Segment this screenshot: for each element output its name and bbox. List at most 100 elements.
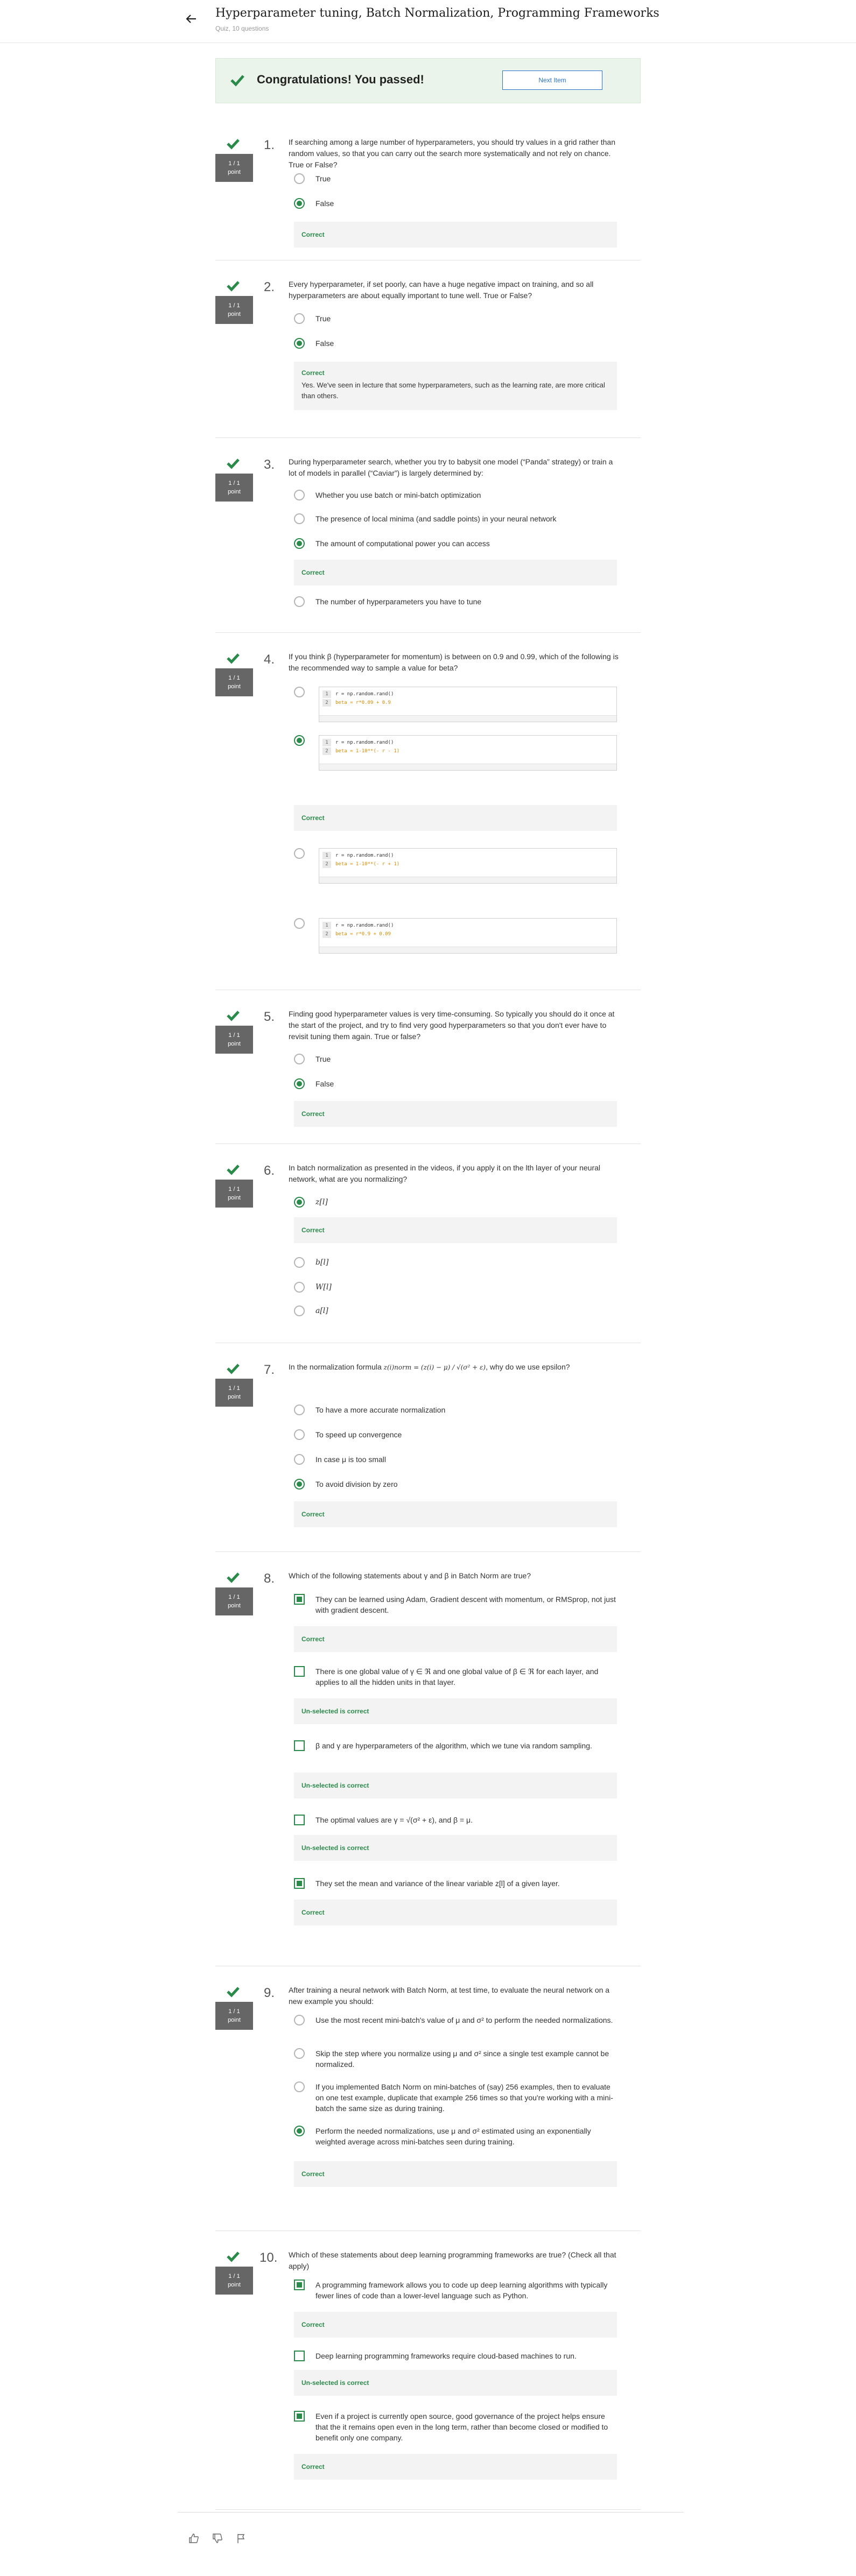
question-2: 1 / 1 point 2. Every hyperparameter, if s…: [215, 260, 641, 438]
radio-button[interactable]: [294, 2048, 305, 2059]
points-badge: 1 / 1 point: [215, 1180, 253, 1208]
option-false[interactable]: False: [294, 198, 617, 209]
radio-button-selected[interactable]: [294, 1197, 305, 1208]
option-2[interactable]: There is one global value of γ ∈ ℜ and o…: [294, 1666, 617, 1688]
option-true[interactable]: True: [294, 1054, 617, 1064]
radio-button[interactable]: [294, 513, 305, 524]
radio-button[interactable]: [294, 1405, 305, 1415]
option-4[interactable]: a[l]: [294, 1305, 617, 1316]
radio-button[interactable]: [294, 490, 305, 500]
option-4[interactable]: The optimal values are γ = √(σ² + ε), an…: [294, 1815, 617, 1825]
radio-button[interactable]: [294, 687, 305, 697]
option-1[interactable]: A programming framework allows you to co…: [294, 2279, 617, 2301]
radio-button-selected[interactable]: [294, 2126, 305, 2136]
option-3[interactable]: If you implemented Batch Norm on mini-ba…: [294, 2081, 617, 2114]
radio-button[interactable]: [294, 848, 305, 859]
option-2[interactable]: b[l]: [294, 1257, 617, 1268]
radio-button[interactable]: [294, 1454, 305, 1465]
feedback-box: Correct Yes. We've seen in lecture that …: [294, 362, 617, 410]
radio-button[interactable]: [294, 1305, 305, 1316]
radio-button[interactable]: [294, 313, 305, 324]
option-2[interactable]: Deep learning programming frameworks req…: [294, 2351, 617, 2361]
option-5[interactable]: They set the mean and variance of the li…: [294, 1878, 617, 1889]
option-4[interactable]: [294, 918, 315, 929]
checkbox-checked[interactable]: [294, 2411, 305, 2422]
option-2[interactable]: Skip the step where you normalize using …: [294, 2048, 617, 2070]
checkbox[interactable]: [294, 1815, 305, 1825]
radio-button[interactable]: [294, 918, 305, 929]
quiz-content: Congratulations! You passed! Next Item 1…: [215, 58, 641, 2510]
flag-icon[interactable]: [236, 2533, 247, 2546]
radio-button-selected[interactable]: [294, 538, 305, 549]
radio-button-selected[interactable]: [294, 1479, 305, 1490]
feedback-box: Un-selected is correct: [294, 2370, 617, 2396]
option-4[interactable]: Perform the needed normalizations, use μ…: [294, 2126, 617, 2147]
option-3[interactable]: W[l]: [294, 1282, 617, 1293]
code-block: 1r = np.random.rand() 2 beta = 1-10**(- r…: [319, 735, 617, 771]
question-number: 7.: [264, 1363, 275, 1377]
option-1[interactable]: Whether you use batch or mini-batch opti…: [294, 490, 617, 500]
correct-check-icon: [226, 2250, 240, 2265]
option-true[interactable]: True: [294, 313, 617, 324]
option-false[interactable]: False: [294, 338, 617, 349]
normalization-formula: z(i)norm = (z(i) − μ) / √(σ² + ε): [383, 1364, 486, 1371]
option-2[interactable]: To speed up convergence: [294, 1429, 617, 1440]
thumbs-down-icon[interactable]: [212, 2533, 223, 2546]
option-false[interactable]: False: [294, 1078, 617, 1089]
question-text: Every hyperparameter, if set poorly, can…: [289, 280, 594, 300]
correct-check-icon: [226, 1986, 240, 2000]
back-arrow-icon[interactable]: [183, 11, 199, 27]
radio-button[interactable]: [294, 596, 305, 607]
pass-message: Congratulations! You passed!: [257, 73, 424, 86]
pass-banner: Congratulations! You passed! Next Item: [215, 58, 641, 103]
radio-button[interactable]: [294, 1257, 305, 1268]
radio-button-selected[interactable]: [294, 198, 305, 209]
checkbox-checked[interactable]: [294, 1878, 305, 1889]
checkbox[interactable]: [294, 1666, 305, 1677]
option-1[interactable]: z[l]: [294, 1197, 617, 1208]
question-3: 1 / 1 point 3. During hyperparameter sear…: [215, 438, 641, 633]
option-3[interactable]: The amount of computational power you ca…: [294, 538, 617, 549]
feedback-box: Un-selected is correct: [294, 1698, 617, 1724]
thumbs-up-icon[interactable]: [188, 2533, 199, 2546]
option-4[interactable]: The number of hyperparameters you have t…: [294, 596, 617, 607]
checkbox[interactable]: [294, 2351, 305, 2361]
feedback-box: Correct: [294, 222, 617, 248]
radio-button[interactable]: [294, 1282, 305, 1293]
radio-button-selected[interactable]: [294, 735, 305, 746]
feedback-box: Correct: [294, 1101, 617, 1127]
option-3[interactable]: In case μ is too small: [294, 1454, 617, 1465]
code-block: 1r = np.random.rand() 2 beta = r*0.9 + 0.…: [319, 918, 617, 954]
radio-button-selected[interactable]: [294, 1078, 305, 1089]
option-1[interactable]: They can be learned using Adam, Gradient…: [294, 1594, 617, 1615]
option-3[interactable]: Even if a project is currently open sour…: [294, 2411, 617, 2443]
checkbox-checked[interactable]: [294, 1594, 305, 1605]
correct-check-icon: [226, 652, 240, 667]
radio-button[interactable]: [294, 2081, 305, 2092]
option-3[interactable]: [294, 848, 315, 859]
checkbox-checked[interactable]: [294, 2279, 305, 2290]
option-2[interactable]: The presence of local minima (and saddle…: [294, 513, 617, 524]
radio-button[interactable]: [294, 173, 305, 184]
feedback-box: Correct: [294, 2454, 617, 2480]
option-1[interactable]: To have a more accurate normalization: [294, 1405, 617, 1415]
check-icon: [230, 74, 245, 89]
radio-button[interactable]: [294, 1429, 305, 1440]
page-header: Hyperparameter tuning, Batch Normalizati…: [0, 0, 856, 43]
option-true[interactable]: True: [294, 173, 617, 184]
checkbox[interactable]: [294, 1740, 305, 1751]
option-1[interactable]: Use the most recent mini-batch's value o…: [294, 2015, 617, 2025]
radio-button-selected[interactable]: [294, 338, 305, 349]
option-2[interactable]: [294, 735, 315, 746]
question-text: In batch normalization as presented in t…: [289, 1163, 601, 1183]
feedback-box: Un-selected is correct: [294, 1773, 617, 1798]
option-4[interactable]: To avoid division by zero: [294, 1479, 617, 1490]
option-3[interactable]: β and γ are hyperparameters of the algor…: [294, 1740, 617, 1751]
option-1[interactable]: [294, 687, 315, 697]
correct-check-icon: [226, 1363, 240, 1377]
radio-button[interactable]: [294, 2015, 305, 2025]
radio-button[interactable]: [294, 1054, 305, 1064]
points-badge: 1 / 1 point: [215, 2002, 253, 2030]
next-item-button[interactable]: Next Item: [502, 70, 602, 90]
correct-check-icon: [226, 1010, 240, 1024]
